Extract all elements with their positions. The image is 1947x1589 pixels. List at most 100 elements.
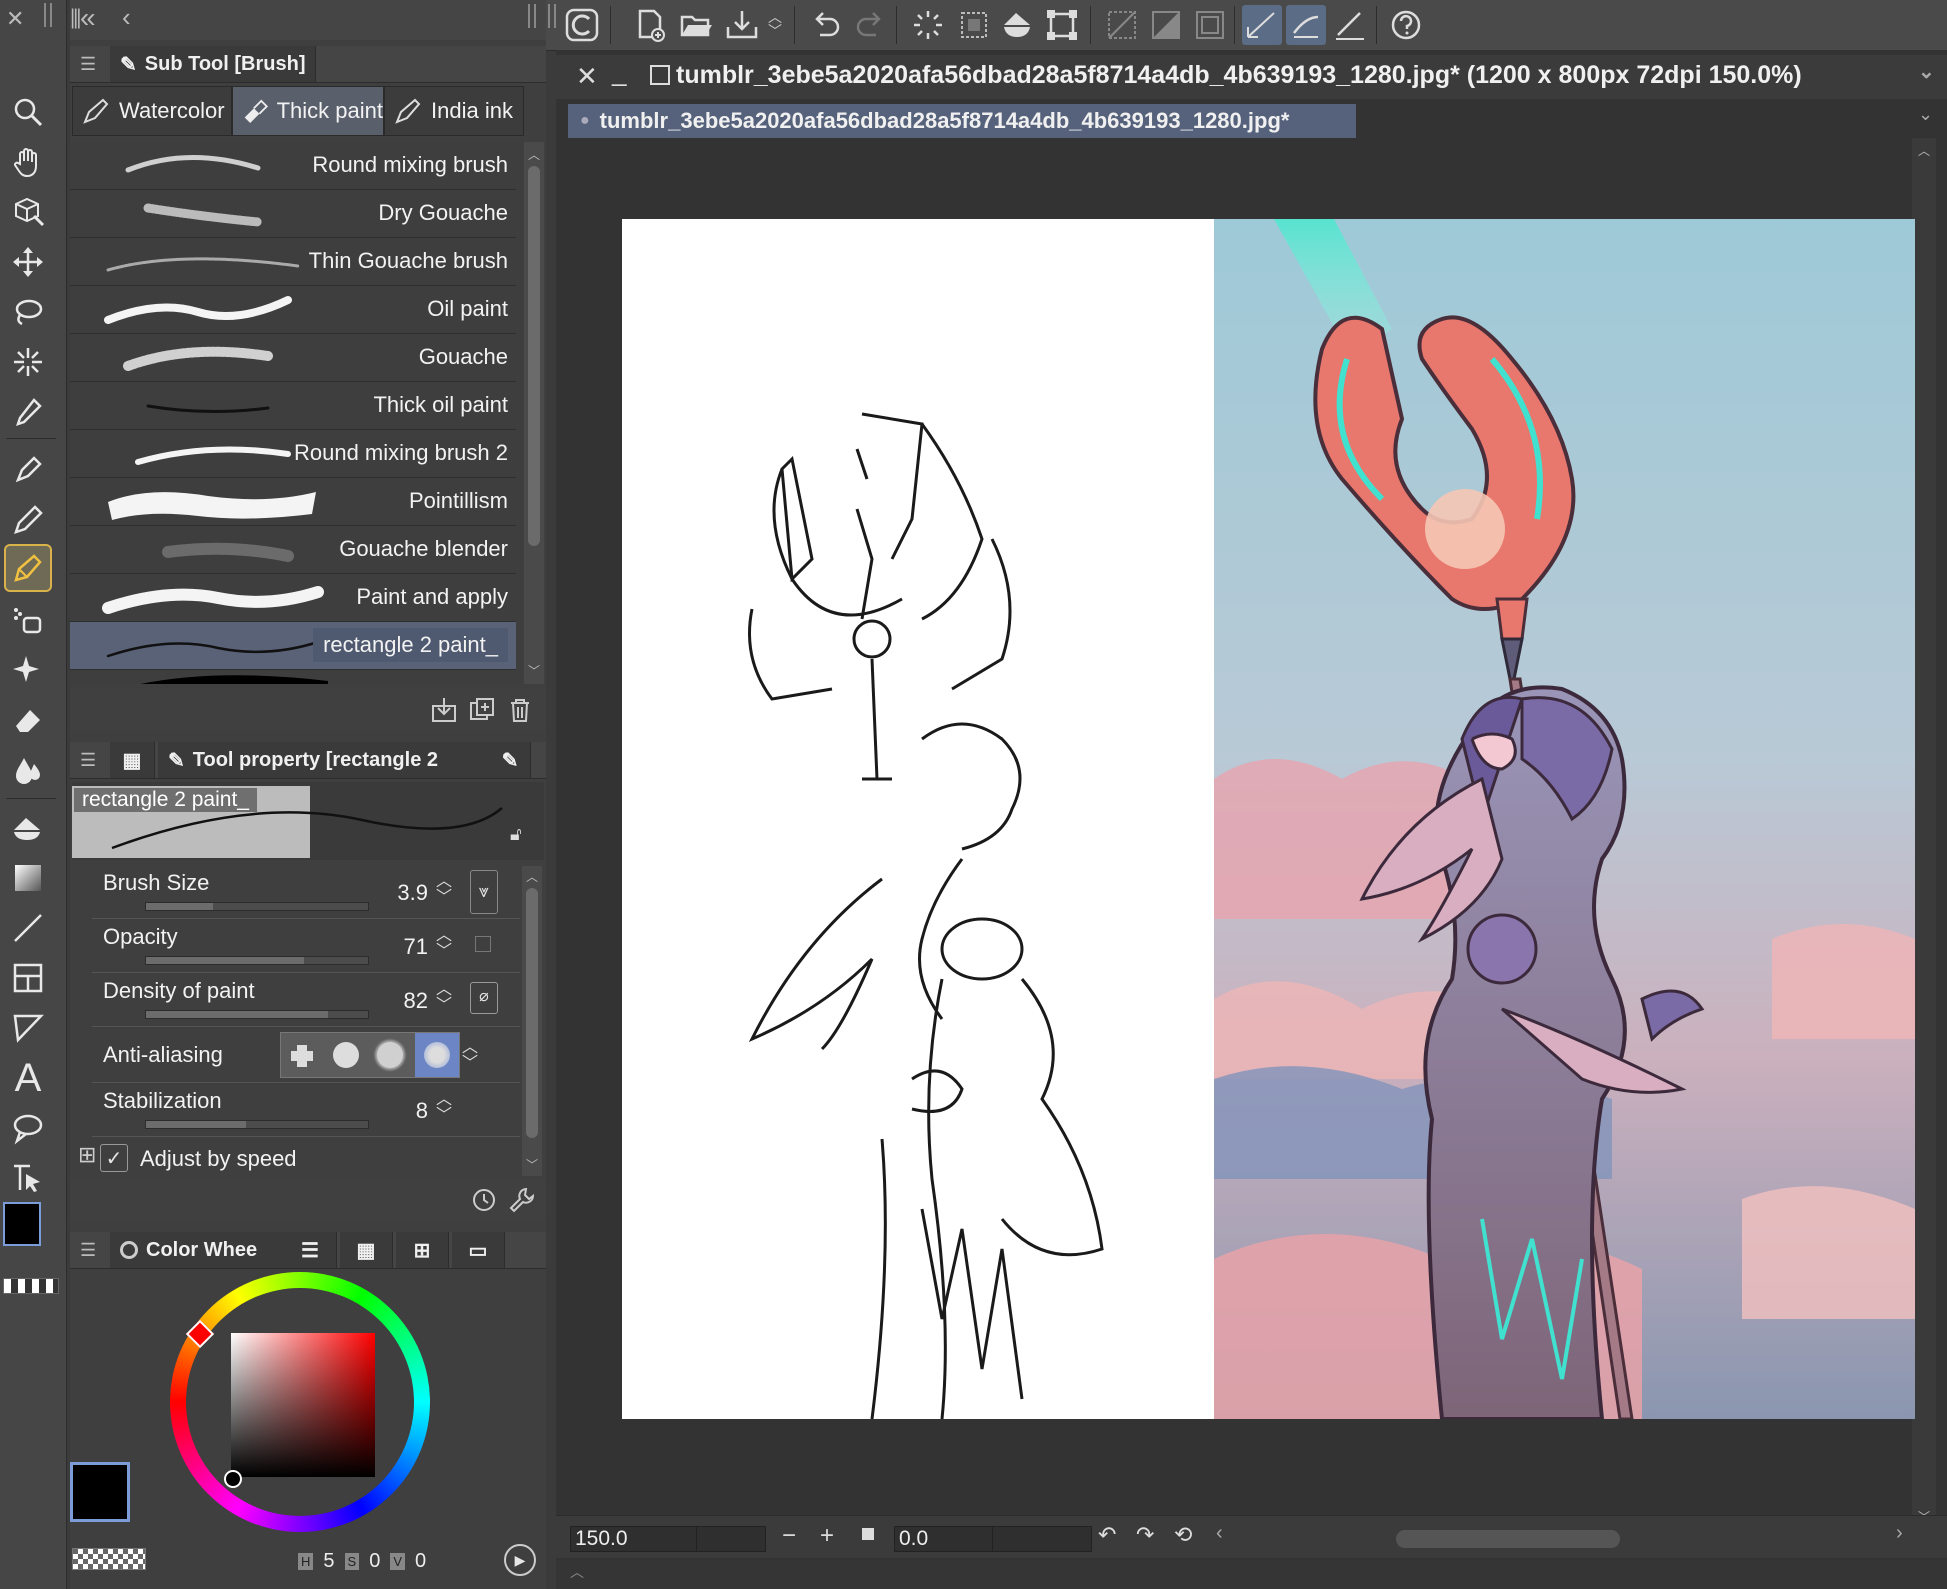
prop-value[interactable]: 3.9: [368, 880, 428, 906]
horizontal-scroll-thumb[interactable]: [1396, 1530, 1620, 1548]
stepper-icon[interactable]: ︿ ﹀: [436, 928, 452, 960]
list-item[interactable]: rectangle 2 paint_: [70, 622, 516, 670]
opacity-slider[interactable]: [145, 956, 369, 965]
property-scrollbar[interactable]: ︿ ﹀: [522, 866, 542, 1176]
close-icon[interactable]: ✕: [576, 61, 598, 92]
snap-figure-icon[interactable]: [1330, 5, 1370, 45]
reset-icon[interactable]: [470, 1186, 498, 1214]
auto-select-icon[interactable]: [6, 340, 50, 384]
h-value[interactable]: 5: [323, 1550, 334, 1573]
open-icon[interactable]: [676, 5, 716, 45]
pencil-icon[interactable]: [6, 498, 50, 542]
panel-menu-icon[interactable]: ☰: [80, 750, 96, 771]
3d-object-icon[interactable]: [6, 190, 50, 234]
expand-icon[interactable]: ⊞: [78, 1142, 96, 1168]
tab-color-set[interactable]: ▦: [340, 1232, 393, 1268]
minimize-icon[interactable]: _: [612, 57, 626, 88]
chevron-up-icon[interactable]: ︿: [1918, 142, 1930, 159]
density-slider[interactable]: [145, 1010, 369, 1019]
rotate-left-icon[interactable]: ↶: [1098, 1522, 1116, 1548]
panel-grip-right-icon[interactable]: [528, 4, 536, 28]
stepper-icon[interactable]: ︿ ﹀: [436, 874, 452, 906]
list-item[interactable]: [70, 670, 516, 684]
scroll-thumb[interactable]: [528, 166, 540, 546]
main-color-swatch[interactable]: [3, 1202, 41, 1246]
stepper-icon[interactable]: ︿ ﹀: [436, 1092, 452, 1124]
canvas[interactable]: [622, 219, 1915, 1421]
tab-brush-settings[interactable]: ✎: [490, 742, 531, 778]
chevron-up-icon[interactable]: ︿: [528, 146, 540, 163]
prop-value[interactable]: 8: [368, 1098, 428, 1124]
tab-color-wheel[interactable]: Color Whee: [110, 1232, 301, 1268]
canvas-vertical-scrollbar[interactable]: ︿ ﹀: [1912, 138, 1936, 1530]
brush-list-scrollbar[interactable]: ︿ ﹀: [524, 142, 544, 684]
antialias-none-icon[interactable]: [289, 1043, 315, 1069]
panel-menu-icon[interactable]: ☰: [80, 54, 96, 75]
antialias-strong-selected[interactable]: [415, 1033, 459, 1077]
tab-intermediate-color[interactable]: ⊞: [396, 1232, 449, 1268]
hand-icon[interactable]: [6, 140, 50, 184]
tab-tool-property[interactable]: ✎ Tool property [rectangle 2: [158, 742, 509, 778]
redo-icon[interactable]: [850, 5, 890, 45]
brush-size-slider[interactable]: [145, 902, 369, 911]
dynamics-icon[interactable]: [475, 936, 491, 952]
panel-transparent-color[interactable]: [72, 1548, 146, 1570]
frame-border-icon[interactable]: [6, 956, 50, 1000]
stepper-icon[interactable]: ︿ ﹀: [462, 1040, 478, 1072]
hide-selection-icon[interactable]: [1102, 5, 1142, 45]
list-item[interactable]: Thin Gouache brush: [70, 238, 516, 286]
dynamics-icon[interactable]: ⌀: [470, 982, 498, 1014]
brush-icon[interactable]: [4, 544, 52, 592]
chevron-up-icon[interactable]: ︿: [526, 868, 538, 885]
sv-handle[interactable]: [224, 1470, 242, 1488]
save-options-stepper-icon[interactable]: ︿ ﹀: [768, 10, 782, 38]
list-item[interactable]: Gouache blender: [70, 526, 516, 574]
duplicate-icon[interactable]: [468, 696, 496, 724]
toolbar-grip-icon[interactable]: [548, 4, 556, 28]
tabs-chevron-down-icon[interactable]: ⌄: [1918, 104, 1933, 125]
tab-approximate-color[interactable]: ▭: [452, 1232, 505, 1268]
list-item[interactable]: Dry Gouache: [70, 190, 516, 238]
clip-studio-icon[interactable]: [562, 5, 602, 45]
panel-grip-icon[interactable]: [44, 3, 52, 27]
document-tab[interactable]: ● tumblr_3ebe5a2020afa56dbad28a5f8714a4d…: [568, 104, 1356, 138]
snap-special-icon[interactable]: [1242, 5, 1282, 45]
zoom-in-icon[interactable]: +: [820, 1522, 834, 1550]
chevron-up-icon[interactable]: ︿: [570, 1562, 584, 1582]
fill-selection-icon[interactable]: [998, 5, 1038, 45]
adjust-by-speed-checkbox[interactable]: ✓: [100, 1144, 128, 1172]
fill-icon[interactable]: [6, 806, 50, 850]
group-watercolor[interactable]: Watercolor: [72, 86, 232, 136]
scroll-thumb[interactable]: [526, 888, 538, 1138]
lasso-selection-icon[interactable]: [6, 290, 50, 334]
undo-icon[interactable]: [806, 5, 846, 45]
panel-main-color[interactable]: [70, 1462, 130, 1522]
stabilization-slider[interactable]: [145, 1120, 369, 1129]
prop-value[interactable]: 71: [368, 934, 428, 960]
list-item[interactable]: Round mixing brush 2: [70, 430, 516, 478]
scroll-left-icon[interactable]: ‹: [1216, 1522, 1223, 1545]
color-wheel[interactable]: [170, 1272, 430, 1532]
import-icon[interactable]: [430, 696, 458, 724]
list-item[interactable]: Thick oil paint: [70, 382, 516, 430]
decoration-icon[interactable]: [6, 648, 50, 692]
sv-square[interactable]: [231, 1333, 375, 1477]
list-item[interactable]: Round mixing brush: [70, 142, 516, 190]
snap-ruler-icon[interactable]: [1146, 5, 1186, 45]
save-icon[interactable]: [722, 5, 762, 45]
prop-stabilization[interactable]: Stabilization 8 ︿ ﹀: [92, 1084, 520, 1137]
tab-color-slider[interactable]: ☰: [284, 1232, 337, 1268]
correct-line-icon[interactable]: [6, 1156, 50, 1200]
tab-animation[interactable]: ▦: [110, 742, 155, 778]
rotate-right-icon[interactable]: ↷: [1136, 1522, 1154, 1548]
text-icon[interactable]: A: [6, 1056, 50, 1100]
rotation-slider[interactable]: [992, 1526, 1092, 1552]
panel-menu-icon[interactable]: ☰: [80, 1240, 96, 1261]
new-icon[interactable]: [630, 5, 670, 45]
chevron-left-icon[interactable]: ‹: [122, 2, 131, 33]
prop-adjust-by-speed[interactable]: ⊞ ✓ Adjust by speed: [78, 1140, 498, 1176]
maximize-icon[interactable]: [650, 65, 670, 85]
eraser-icon[interactable]: [6, 698, 50, 742]
help-icon[interactable]: [1386, 5, 1426, 45]
chevron-down-icon[interactable]: ﹀: [528, 662, 540, 679]
